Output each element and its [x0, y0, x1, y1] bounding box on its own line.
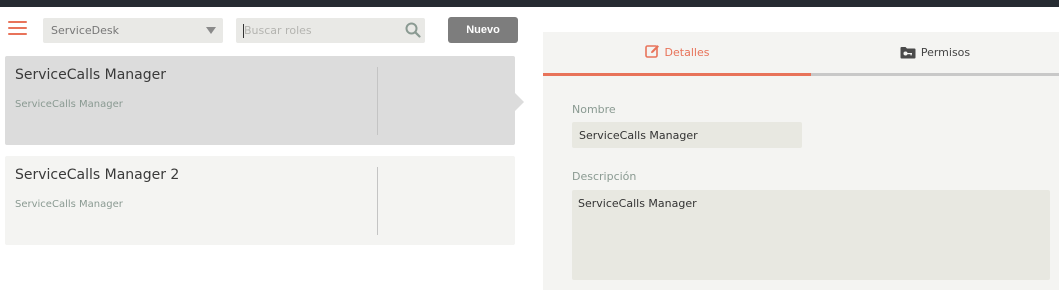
- role-name: ServiceCalls Manager 2: [15, 167, 180, 183]
- detail-tabs: Detalles Permisos: [543, 32, 1059, 76]
- top-bar: [0, 0, 1059, 7]
- module-select-value: ServiceDesk: [51, 24, 119, 37]
- tab-permisos[interactable]: Permisos: [811, 32, 1059, 76]
- card-divider: [377, 67, 378, 135]
- module-select[interactable]: ServiceDesk: [43, 18, 223, 43]
- search-input[interactable]: [236, 18, 401, 43]
- new-role-button[interactable]: Nuevo: [448, 17, 518, 43]
- tab-detalles[interactable]: Detalles: [543, 32, 811, 76]
- card-divider: [377, 167, 378, 235]
- tab-label: Permisos: [920, 46, 971, 59]
- description-field[interactable]: ServiceCalls Manager: [572, 190, 1050, 280]
- key-folder-icon: [900, 47, 916, 59]
- tab-label: Detalles: [664, 46, 710, 59]
- name-field[interactable]: [572, 122, 802, 148]
- role-card[interactable]: ServiceCalls Manager 2 ServiceCalls Mana…: [5, 156, 515, 245]
- role-description: ServiceCalls Manager: [15, 199, 123, 210]
- role-description: ServiceCalls Manager: [15, 99, 123, 110]
- description-label: Descripción: [572, 170, 637, 183]
- edit-icon: [644, 45, 659, 58]
- chevron-down-icon: [206, 27, 216, 34]
- selection-pointer: [515, 93, 524, 111]
- role-card[interactable]: ServiceCalls Manager ServiceCalls Manage…: [5, 56, 515, 145]
- menu-icon[interactable]: [8, 21, 27, 37]
- search-icon[interactable]: [405, 22, 421, 42]
- name-label: Nombre: [572, 103, 616, 116]
- detail-panel: Detalles Permisos Nombre Descripción Ser…: [543, 32, 1059, 290]
- text-cursor: [243, 24, 244, 38]
- role-name: ServiceCalls Manager: [15, 67, 166, 83]
- search-box[interactable]: [236, 18, 425, 43]
